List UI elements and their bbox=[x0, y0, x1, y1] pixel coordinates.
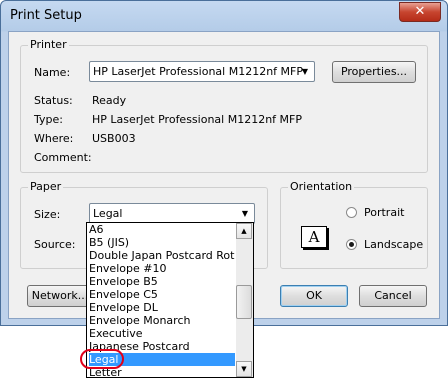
where-value: USB003 bbox=[92, 132, 136, 145]
printer-name-dropdown[interactable]: HP LaserJet Professional M1212nf MFP ▼ bbox=[89, 61, 315, 82]
chevron-down-icon: ▼ bbox=[241, 365, 247, 373]
printer-name-label: Name: bbox=[34, 66, 71, 79]
close-button[interactable]: ✕ bbox=[399, 2, 441, 22]
where-label: Where: bbox=[34, 132, 74, 145]
cancel-button[interactable]: Cancel bbox=[359, 285, 427, 307]
ok-button[interactable]: OK bbox=[280, 285, 348, 307]
page-icon-letter: A bbox=[308, 228, 320, 246]
list-scrollbar[interactable]: ▲ ▼ bbox=[236, 223, 253, 377]
list-item[interactable]: A6 bbox=[89, 223, 235, 236]
list-item[interactable]: Executive bbox=[89, 327, 235, 340]
landscape-page-icon: A bbox=[301, 226, 327, 248]
status-label: Status: bbox=[34, 94, 73, 107]
chevron-down-icon: ▼ bbox=[301, 67, 309, 76]
list-item[interactable]: Envelope Monarch bbox=[89, 314, 235, 327]
portrait-radio[interactable] bbox=[346, 207, 357, 218]
window-title: Print Setup bbox=[10, 8, 82, 23]
source-label: Source: bbox=[34, 238, 76, 251]
type-value: HP LaserJet Professional M1212nf MFP bbox=[92, 113, 302, 126]
chevron-up-icon: ▲ bbox=[241, 227, 247, 235]
landscape-radio[interactable] bbox=[346, 239, 357, 250]
network-button[interactable]: Network... bbox=[27, 285, 93, 307]
title-bar: Print Setup ✕ bbox=[1, 1, 447, 31]
comment-label: Comment: bbox=[34, 151, 92, 164]
paper-size-value: Legal bbox=[93, 207, 123, 220]
landscape-label[interactable]: Landscape bbox=[364, 238, 423, 251]
status-value: Ready bbox=[92, 94, 127, 107]
close-icon: ✕ bbox=[414, 4, 426, 19]
list-item[interactable]: Envelope #10 bbox=[89, 262, 235, 275]
paper-size-dropdown[interactable]: Legal ▼ bbox=[89, 203, 255, 224]
list-item[interactable]: Envelope C5 bbox=[89, 288, 235, 301]
list-item[interactable]: Envelope DL bbox=[89, 301, 235, 314]
scroll-down-button[interactable]: ▼ bbox=[236, 361, 252, 377]
chevron-down-icon: ▼ bbox=[241, 209, 249, 218]
properties-button[interactable]: Properties... bbox=[332, 61, 416, 83]
size-label: Size: bbox=[34, 208, 61, 221]
orientation-group-label: Orientation bbox=[288, 180, 355, 193]
orientation-group: Orientation A Portrait Landscape bbox=[280, 180, 428, 269]
list-item[interactable]: B5 (JIS) bbox=[89, 236, 235, 249]
scroll-thumb[interactable] bbox=[236, 285, 252, 319]
printer-group-label: Printer bbox=[28, 38, 69, 51]
list-item[interactable]: Envelope B5 bbox=[89, 275, 235, 288]
highlight-circle bbox=[80, 349, 124, 369]
portrait-label[interactable]: Portrait bbox=[364, 206, 404, 219]
printer-group: Printer Name: HP LaserJet Professional M… bbox=[20, 38, 428, 173]
type-label: Type: bbox=[34, 113, 63, 126]
scroll-up-button[interactable]: ▲ bbox=[236, 223, 252, 239]
paper-group-label: Paper bbox=[28, 180, 64, 193]
printer-name-value: HP LaserJet Professional M1212nf MFP bbox=[93, 65, 303, 78]
list-item[interactable]: Double Japan Postcard Rotated bbox=[89, 249, 235, 262]
